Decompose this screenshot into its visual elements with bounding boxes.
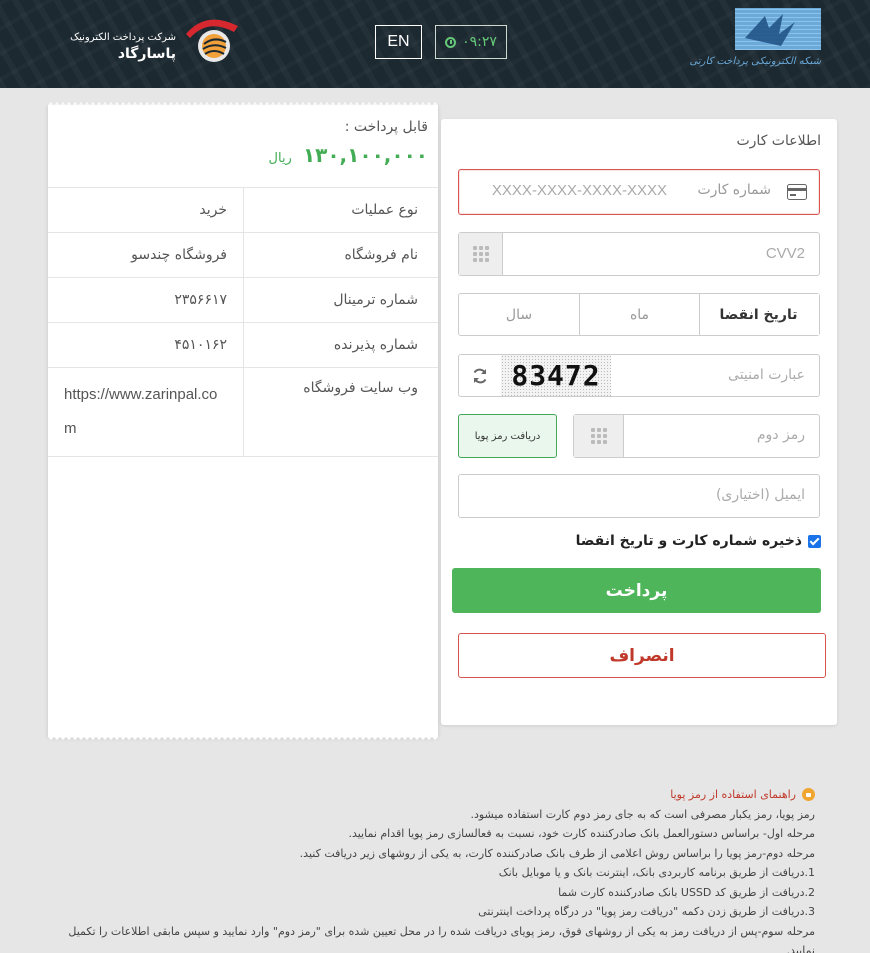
- dynamic-pin-guide: راهنمای استفاده از رمز پویا رمز پویا، رم…: [55, 785, 815, 953]
- row-value: ۴۵۱۰۱۶۲: [174, 337, 227, 353]
- keypad-icon: [472, 246, 489, 262]
- expiry-label: تاریخ انقضا: [698, 294, 819, 335]
- guide-line: 2.دریافت از طریق کد USSD بانک صادرکننده …: [558, 885, 815, 899]
- language-button[interactable]: EN: [375, 25, 422, 59]
- second-pin-field[interactable]: رمز دوم: [573, 414, 820, 458]
- pasargad-logo: شرکت پرداخت الکترونیک پاسارگاد: [62, 14, 246, 66]
- pasargad-emblem-icon: [186, 19, 238, 62]
- table-row: شماره پذیرنده ۴۵۱۰۱۶۲: [48, 323, 438, 368]
- lock-icon: [802, 788, 815, 802]
- save-card-checkbox[interactable]: [808, 534, 821, 548]
- email-field[interactable]: ایمیل (اختیاری): [458, 474, 820, 518]
- table-row: نوع عملیات خرید: [48, 188, 438, 233]
- payable-amount: ۱۳۰,۱۰۰,۰۰۰ ریال: [269, 143, 428, 167]
- guide-line: 1.دریافت از طریق برنامه کاربردی بانک، ای…: [498, 866, 815, 879]
- currency-label: ریال: [268, 151, 292, 166]
- cancel-button[interactable]: انصراف: [458, 633, 826, 678]
- year-input[interactable]: سال: [459, 294, 579, 335]
- row-value: ۲۳۵۶۶۱۷: [174, 292, 227, 308]
- card-number-field[interactable]: شماره کارت XXXX-XXXX-XXXX-XXXX: [458, 169, 820, 215]
- card-number-label: شماره کارت: [697, 182, 771, 198]
- refresh-icon: [473, 368, 487, 383]
- guide-title-text: راهنمای استفاده از رمز پویا: [670, 788, 796, 801]
- row-key: وب سایت فروشگاه: [243, 368, 438, 456]
- row-value: https://www.zarinpal.com: [64, 386, 218, 437]
- session-timer: ۰۹:۲۷: [435, 25, 507, 59]
- shaparak-emblem-icon: [735, 8, 821, 50]
- form-title: اطلاعات کارت: [736, 133, 821, 149]
- row-key: شماره پذیرنده: [243, 323, 438, 367]
- table-row: شماره ترمینال ۲۳۵۶۶۱۷: [48, 278, 438, 323]
- company-name: پاسارگاد: [117, 46, 176, 62]
- receipt-bottom-edge: [48, 734, 438, 740]
- guide-line: مرحله سوم-پس از دریافت رمز به یکی از روش…: [68, 924, 815, 953]
- timer-value: ۰۹:۲۷: [462, 34, 497, 50]
- expiry-group: تاریخ انقضا ماه سال: [458, 293, 820, 336]
- row-value: خرید: [199, 202, 227, 218]
- table-row: وب سایت فروشگاه https://www.zarinpal.com: [48, 368, 438, 457]
- save-card-label: ذخیره شماره کارت و تاریخ انقضا: [575, 533, 802, 549]
- captcha-text: 83472: [511, 359, 601, 392]
- top-bar: شرکت پرداخت الکترونیک پاسارگاد EN ۰۹:۲۷ …: [0, 0, 870, 88]
- row-key: شماره ترمینال: [243, 278, 438, 322]
- row-key: نوع عملیات: [243, 188, 438, 232]
- captcha-input[interactable]: عبارت امنیتی: [728, 367, 805, 383]
- captcha-field[interactable]: عبارت امنیتی 83472: [458, 354, 820, 397]
- captcha-image: 83472: [501, 355, 611, 396]
- email-input[interactable]: ایمیل (اختیاری): [716, 487, 805, 503]
- guide-line: مرحله دوم-رمز پویا را براساس روش اعلامی …: [299, 846, 815, 860]
- amount-label: قابل پرداخت :: [344, 119, 428, 135]
- keypad-icon: [590, 428, 607, 444]
- cvv2-input[interactable]: CVV2: [766, 245, 805, 262]
- virtual-keypad-button[interactable]: [574, 415, 624, 457]
- refresh-captcha-button[interactable]: [459, 355, 501, 396]
- virtual-keypad-button[interactable]: [459, 233, 503, 275]
- shaparak-text: شبکه الکترونیکی پرداخت کارتی: [689, 56, 821, 67]
- transaction-details-table: نوع عملیات خرید نام فروشگاه فروشگاه چندس…: [48, 187, 438, 457]
- table-row: نام فروشگاه فروشگاه چندسو: [48, 233, 438, 278]
- guide-line: مرحله اول- براساس دستورالعمل بانک صادرکن…: [348, 827, 815, 840]
- company-line: شرکت پرداخت الکترونیک: [70, 32, 176, 43]
- cvv2-field[interactable]: CVV2: [458, 232, 820, 276]
- second-pin-input[interactable]: رمز دوم: [757, 427, 805, 443]
- amount-value: ۱۳۰,۱۰۰,۰۰۰: [302, 143, 428, 167]
- credit-card-icon: [787, 184, 807, 200]
- card-number-input[interactable]: XXXX-XXXX-XXXX-XXXX: [492, 182, 667, 199]
- payment-receipt: قابل پرداخت : ۱۳۰,۱۰۰,۰۰۰ ریال نوع عملیا…: [48, 105, 438, 737]
- row-value: فروشگاه چندسو: [131, 247, 227, 263]
- shaparak-logo: شبکه الکترونیکی پرداخت کارتی: [690, 8, 821, 76]
- clock-icon: [445, 36, 457, 48]
- save-card-option[interactable]: ذخیره شماره کارت و تاریخ انقضا: [576, 533, 821, 549]
- card-info-form: اطلاعات کارت شماره کارت XXXX-XXXX-XXXX-X…: [441, 119, 837, 725]
- pay-button[interactable]: پرداخت: [452, 568, 821, 613]
- month-input[interactable]: ماه: [579, 294, 700, 335]
- guide-line: رمز پویا، رمز یکبار مصرفی است که به جای …: [470, 807, 815, 821]
- row-key: نام فروشگاه: [243, 233, 438, 277]
- guide-line: 3.دریافت از طریق زدن دکمه "دریافت رمز پو…: [478, 905, 815, 918]
- get-dynamic-pin-button[interactable]: دریافت رمز پویا: [458, 414, 557, 458]
- guide-title: راهنمای استفاده از رمز پویا: [55, 785, 815, 805]
